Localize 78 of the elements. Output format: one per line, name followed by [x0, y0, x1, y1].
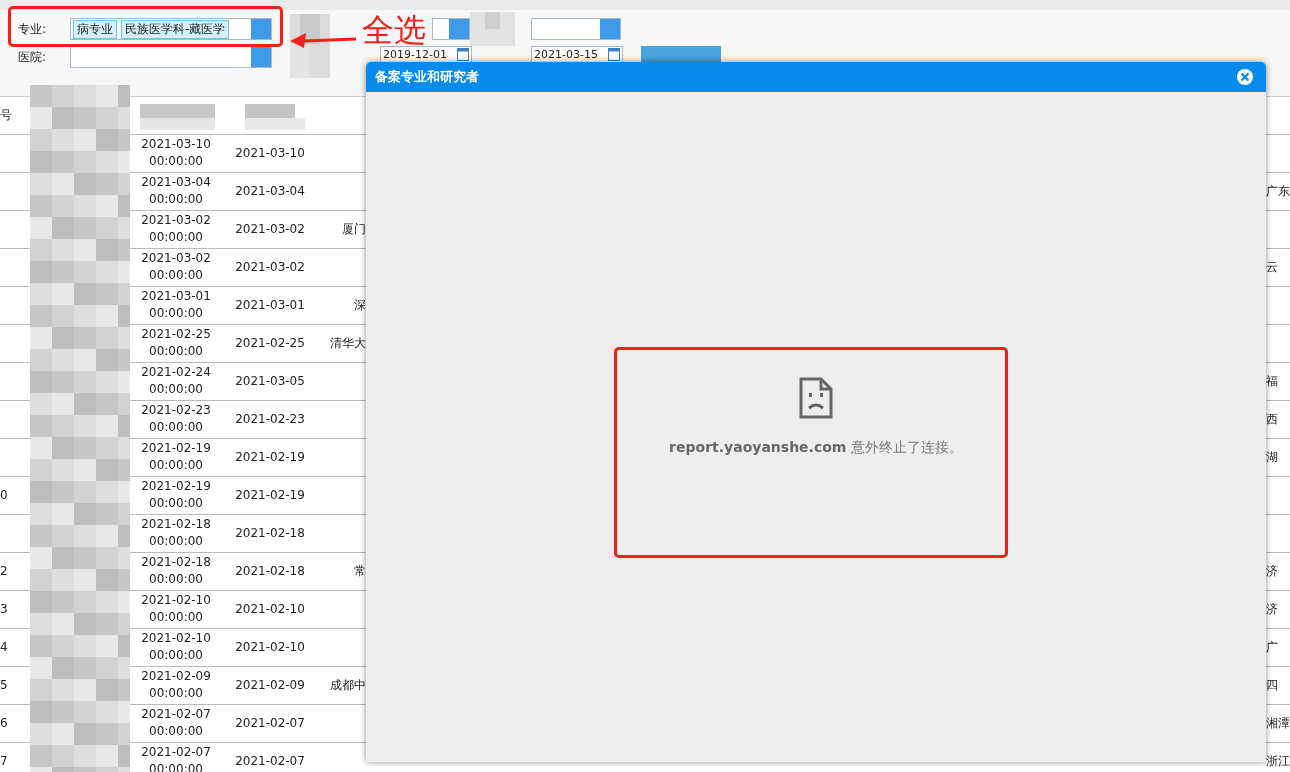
field-label: 专业:: [18, 21, 48, 38]
table-cell: 2021-02-07: [235, 754, 305, 768]
table-cell: 2021-03-02 00:00:00: [141, 213, 211, 244]
table-cell: 2021-02-24 00:00:00: [141, 365, 211, 396]
date-field[interactable]: 2021-03-15: [531, 46, 623, 62]
table-cell: 2021-02-18: [235, 526, 305, 540]
field-label: 医院:: [18, 49, 48, 66]
table-cell: 2021-02-07 00:00:00: [141, 707, 211, 738]
table-cell: 济: [1266, 602, 1278, 616]
dialog-title: 备案专业和研究者: [375, 68, 479, 87]
table-cell: 2021-02-09: [235, 678, 305, 692]
table-cell: 云: [1266, 260, 1278, 274]
table-cell: 清华大: [330, 336, 366, 350]
table-cell: 福: [1266, 374, 1278, 388]
table-cell: 四: [1266, 678, 1278, 692]
selected-tag[interactable]: 病专业: [73, 19, 117, 39]
table-cell: 2021-03-10 00:00:00: [141, 137, 211, 168]
table-cell: 2021-02-23: [235, 412, 305, 426]
table-cell: 5: [0, 678, 8, 692]
table-cell: 7: [0, 754, 8, 768]
table-cell: 深: [354, 298, 366, 312]
table-cell: 2021-02-18 00:00:00: [141, 555, 211, 586]
table-cell: 浙江: [1266, 754, 1290, 768]
table-cell: 2021-02-19 00:00:00: [141, 479, 211, 510]
select-field[interactable]: [432, 18, 470, 40]
table-cell: 2021-03-10: [235, 146, 305, 160]
select-field[interactable]: [531, 18, 621, 40]
table-cell: 成都中: [330, 678, 366, 692]
table-cell: 3: [0, 602, 8, 616]
table-cell: 2021-02-10: [235, 640, 305, 654]
table-cell: 2021-02-25: [235, 336, 305, 350]
table-cell: 2021-02-19: [235, 488, 305, 502]
table-cell: 2021-02-07: [235, 716, 305, 730]
table-cell: 湘潭: [1266, 716, 1290, 730]
table-cell: 2021-03-01: [235, 298, 305, 312]
column-header: 号: [0, 108, 12, 123]
close-icon[interactable]: [1236, 68, 1254, 86]
table-cell: 西: [1266, 412, 1278, 426]
table-cell: 2021-02-18 00:00:00: [141, 517, 211, 548]
table-cell: 2021-02-18: [235, 564, 305, 578]
selected-tag[interactable]: 民族医学科-藏医学: [121, 19, 230, 39]
table-cell: 2021-02-19: [235, 450, 305, 464]
table-cell: 湖: [1266, 450, 1278, 464]
calendar-icon: [457, 48, 469, 61]
query-button[interactable]: [641, 46, 721, 62]
calendar-icon: [608, 48, 620, 61]
table-cell: 广: [1266, 640, 1278, 654]
select-field[interactable]: [70, 46, 272, 68]
table-cell: 6: [0, 716, 8, 730]
table-cell: 济: [1266, 564, 1278, 578]
table-cell: 2021-03-02: [235, 260, 305, 274]
table-cell: 广东: [1266, 184, 1290, 198]
table-cell: 2021-03-01 00:00:00: [141, 289, 211, 320]
arrow-icon: [290, 30, 356, 50]
table-cell: 2021-02-25 00:00:00: [141, 327, 211, 358]
table-cell: 2021-03-04 00:00:00: [141, 175, 211, 206]
annotation-text: 全选: [362, 14, 426, 46]
table-cell: 常: [354, 564, 366, 578]
table-cell: 2021-02-10: [235, 602, 305, 616]
table-cell: 2021-02-09 00:00:00: [141, 669, 211, 700]
date-field[interactable]: 2019-12-01: [380, 46, 472, 62]
table-cell: 厦门: [342, 222, 366, 236]
sad-document-icon: [799, 376, 833, 419]
table-cell: 2021-02-10 00:00:00: [141, 631, 211, 662]
table-cell: 2021-02-10 00:00:00: [141, 593, 211, 624]
table-cell: 4: [0, 640, 8, 654]
table-cell: 2021-02-19 00:00:00: [141, 441, 211, 472]
pixelated-overlay: [290, 14, 330, 78]
table-cell: 2021-03-05: [235, 374, 305, 388]
table-cell: 2021-03-02: [235, 222, 305, 236]
error-message: report.yaoyanshe.com 意外终止了连接。: [669, 437, 963, 457]
pixelated-overlay: [470, 12, 515, 46]
table-cell: 2: [0, 564, 8, 578]
table-cell: 0: [0, 488, 8, 502]
table-cell: 2021-03-02 00:00:00: [141, 251, 211, 282]
table-cell: 2021-03-04: [235, 184, 305, 198]
table-cell: 2021-02-23 00:00:00: [141, 403, 211, 434]
multi-select[interactable]: 病专业 民族医学科-藏医学: [70, 18, 272, 40]
